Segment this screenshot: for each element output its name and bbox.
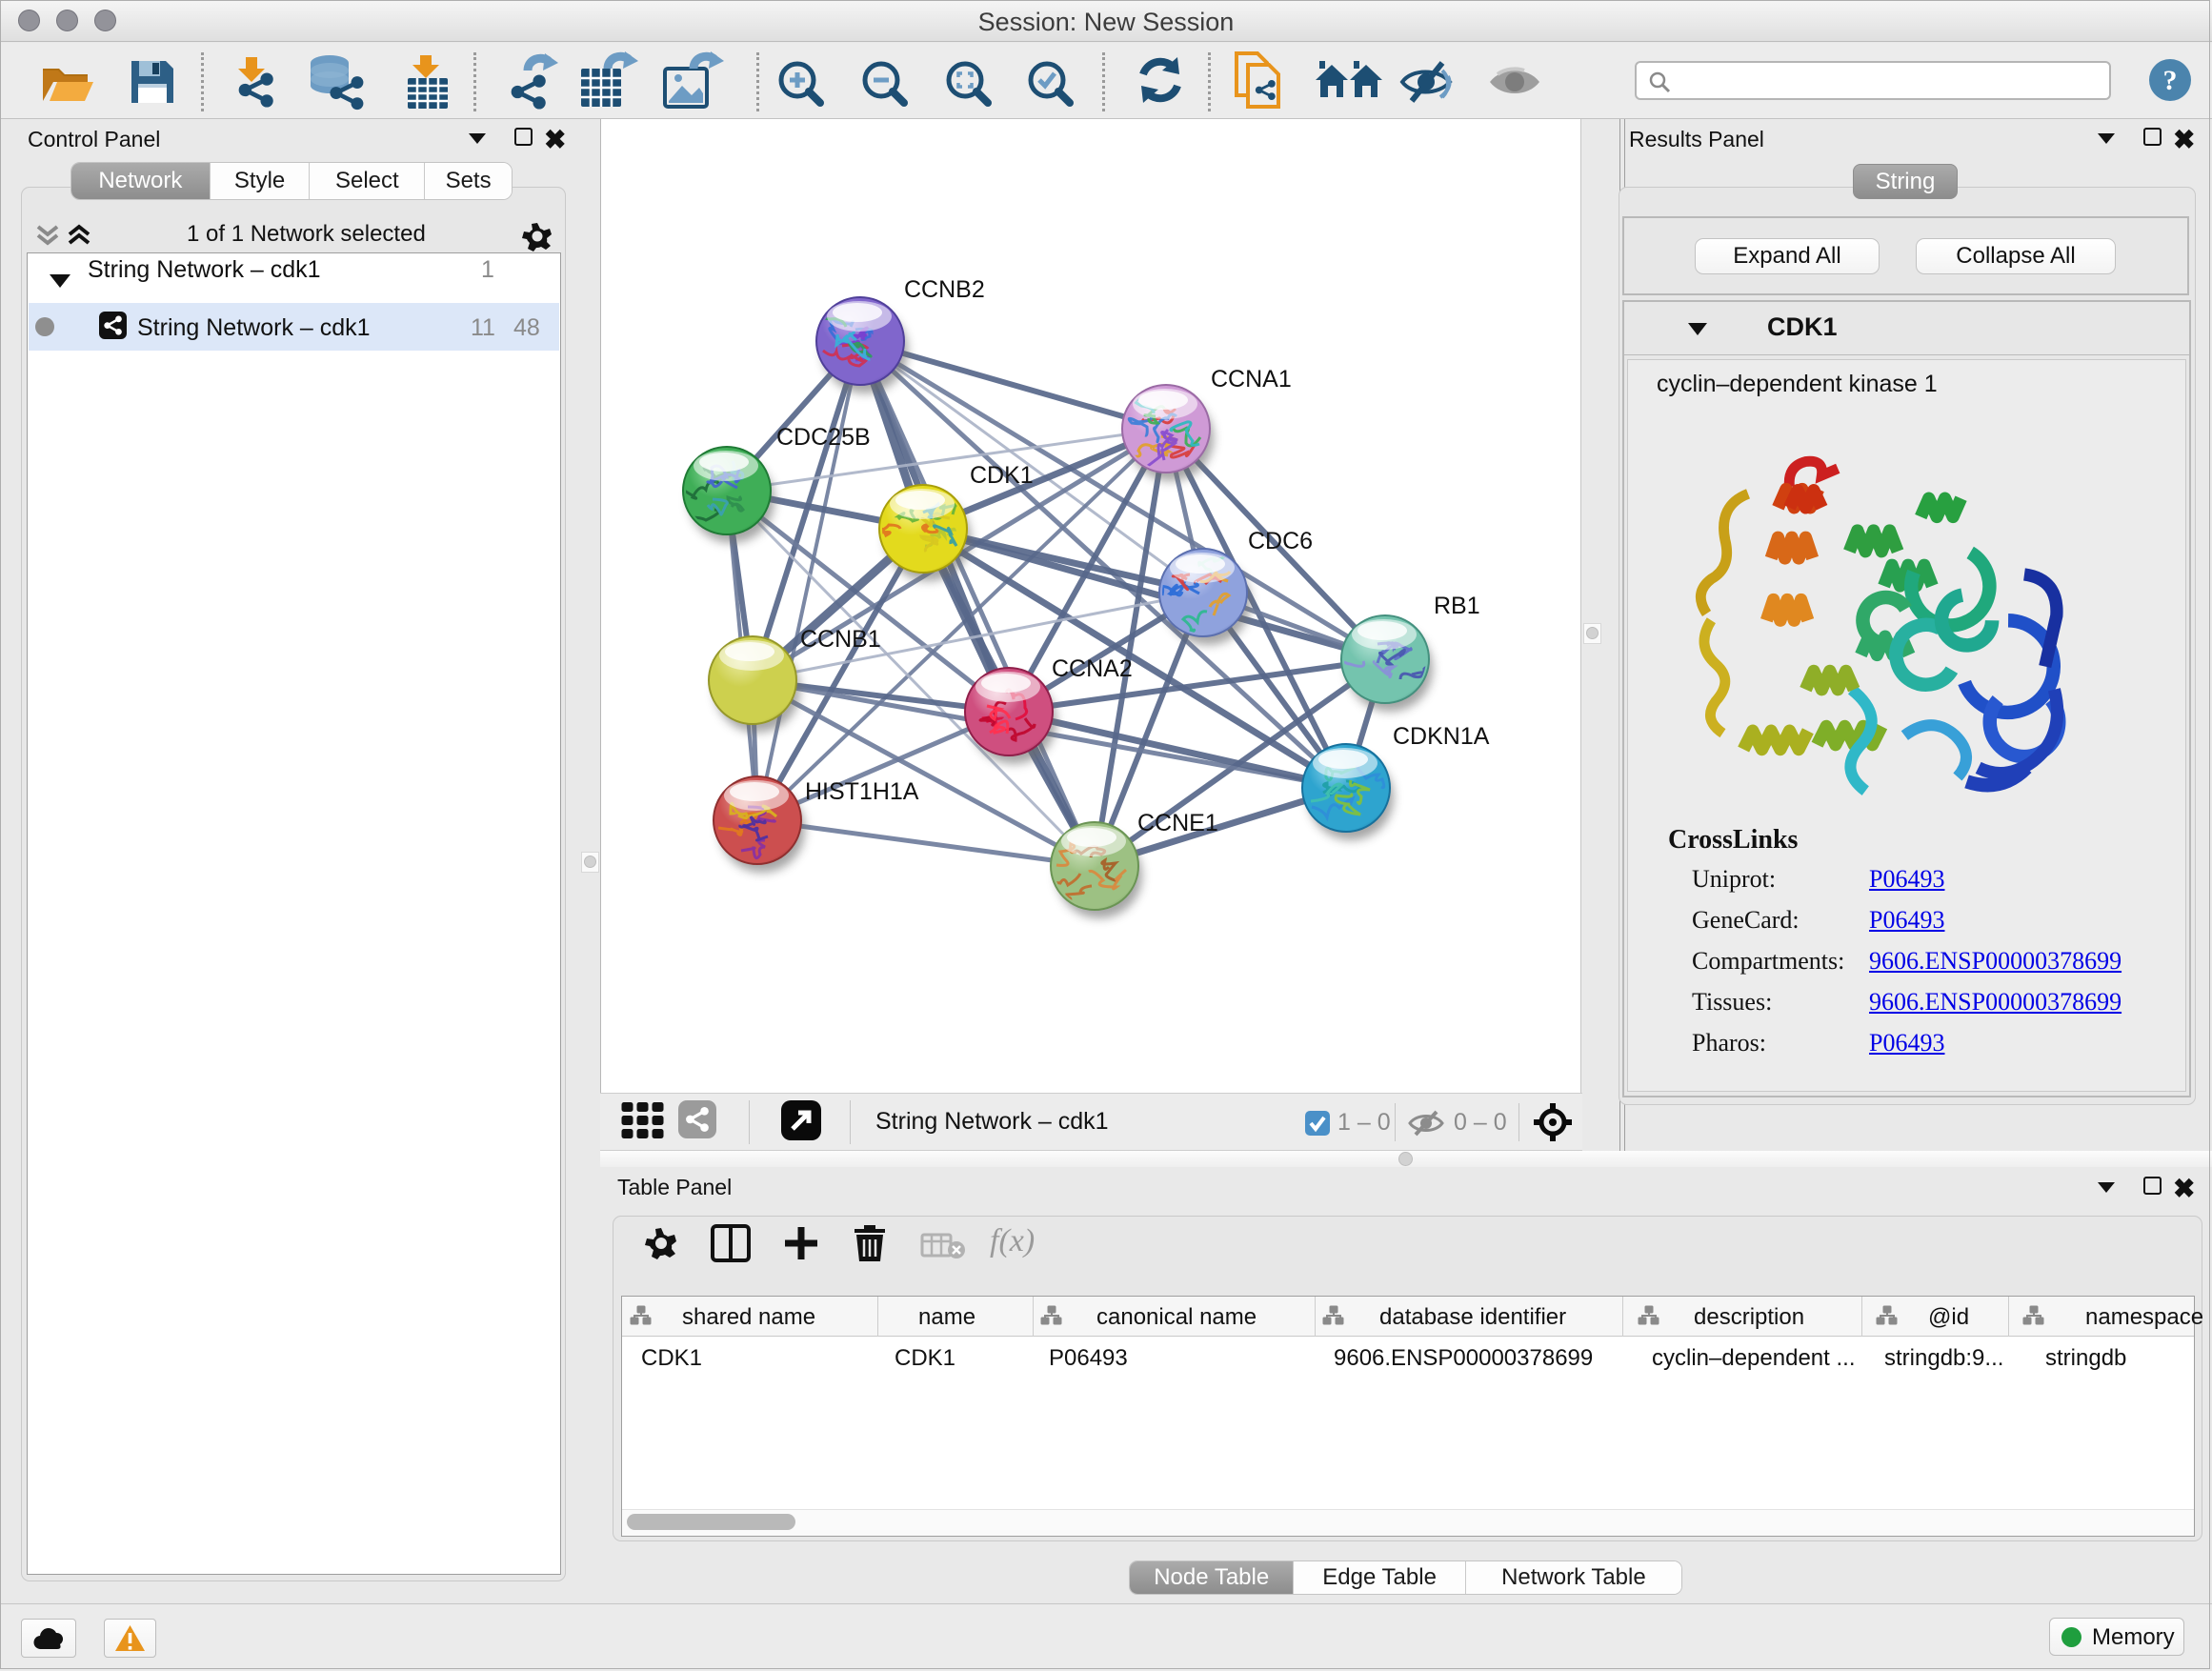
svg-text:CCNA1: CCNA1 — [1211, 366, 1292, 393]
svg-text:CDK1: CDK1 — [970, 462, 1034, 489]
svg-text:CDC6: CDC6 — [1248, 528, 1313, 554]
svg-text:CDC25B: CDC25B — [776, 424, 871, 451]
svg-text:CDKN1A: CDKN1A — [1393, 723, 1490, 750]
svg-text:CCNB2: CCNB2 — [904, 276, 985, 303]
svg-text:CCNB1: CCNB1 — [800, 626, 881, 653]
svg-text:?: ? — [2163, 65, 2178, 96]
svg-text:CCNA2: CCNA2 — [1052, 655, 1133, 682]
svg-text:RB1: RB1 — [1434, 593, 1480, 619]
svg-text:HIST1H1A: HIST1H1A — [805, 778, 919, 805]
svg-text:CCNE1: CCNE1 — [1137, 810, 1218, 836]
